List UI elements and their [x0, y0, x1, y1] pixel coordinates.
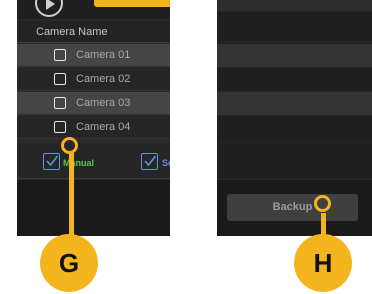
camera-03-label: Camera 03 [76, 97, 131, 109]
callout-g-badge: G [40, 234, 98, 292]
schedule-label: Sc [162, 158, 170, 168]
check-icon [46, 155, 59, 167]
callout-h-leader [321, 213, 326, 235]
right-top-bar [217, 0, 372, 12]
camera-01-checkbox[interactable] [54, 49, 66, 61]
camera-04-checkbox[interactable] [54, 121, 66, 133]
camera-row-03[interactable]: Camera 03 [17, 92, 170, 115]
manual-checkbox[interactable] [43, 153, 60, 170]
callout-h-badge: H [294, 234, 352, 292]
camera-list-header: Camera Name [17, 21, 170, 43]
play-icon[interactable] [35, 0, 63, 17]
right-row [217, 143, 372, 180]
right-row [217, 92, 372, 116]
camera-03-checkbox[interactable] [54, 97, 66, 109]
camera-row-02[interactable]: Camera 02 [17, 68, 170, 91]
top-toolbar [17, 0, 170, 19]
callout-g-leader [69, 153, 74, 237]
camera-row-04[interactable]: Camera 04 [17, 116, 170, 139]
right-row [217, 68, 372, 92]
callout-g-ring [61, 137, 78, 154]
check-icon [144, 155, 157, 167]
camera-02-checkbox[interactable] [54, 73, 66, 85]
backup-button[interactable]: Backup [227, 194, 358, 221]
manual-label: Manual [63, 158, 95, 168]
column-header-camera-name: Camera Name [36, 26, 108, 38]
right-row [217, 116, 372, 143]
camera-04-label: Camera 04 [76, 121, 131, 133]
backup-panel: Backup [217, 0, 372, 236]
camera-02-label: Camera 02 [76, 73, 131, 85]
panel-footer [17, 180, 170, 236]
right-row [217, 12, 372, 43]
camera-row-01[interactable]: Camera 01 [17, 44, 170, 67]
schedule-checkbox[interactable] [141, 153, 158, 170]
right-row [217, 44, 372, 68]
recording-type-row: Manual Sc [17, 143, 170, 179]
active-tab-indicator[interactable] [94, 0, 170, 7]
camera-01-label: Camera 01 [76, 49, 131, 61]
camera-list-panel: Camera Name Camera 01 Camera 02 Camera 0… [17, 0, 170, 236]
callout-h-ring [314, 195, 331, 212]
